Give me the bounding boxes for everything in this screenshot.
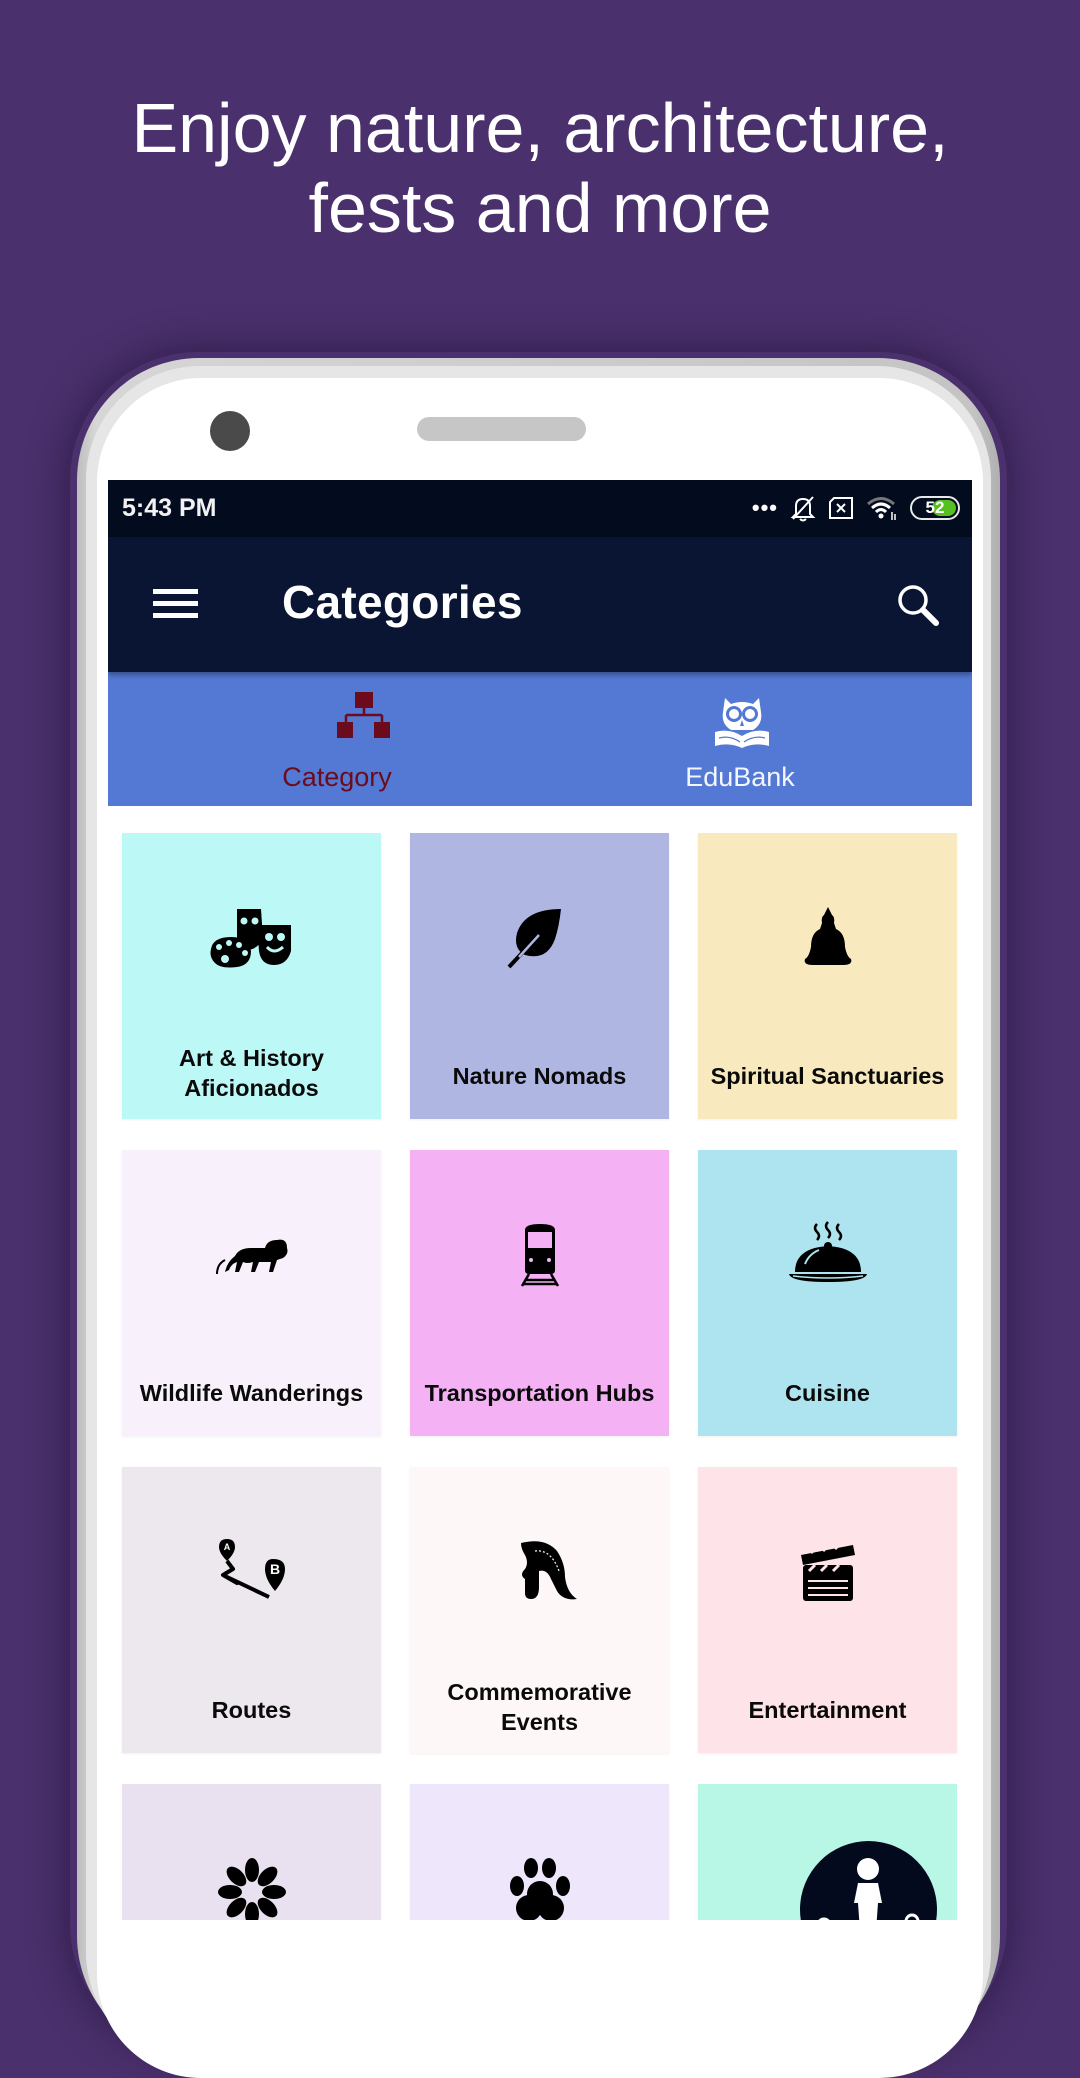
- category-card[interactable]: A B Routes: [122, 1467, 381, 1753]
- tab-edubank[interactable]: EduBank: [540, 672, 972, 806]
- sim-off-icon: [829, 497, 853, 519]
- search-icon: [898, 585, 939, 626]
- paw-icon: [495, 1854, 585, 1920]
- status-icons: ••• 52: [752, 490, 960, 526]
- category-card[interactable]: [410, 1784, 669, 1920]
- earpiece-speaker: [417, 417, 586, 441]
- promo-headline: Enjoy nature, architecture, fests and mo…: [0, 88, 1080, 248]
- traveler-pins-icon: [800, 1841, 937, 1920]
- wifi-icon: [867, 497, 896, 520]
- app-bar: Categories: [108, 537, 972, 672]
- art-theatre-icon: [207, 903, 297, 973]
- buddha-icon: [783, 903, 873, 973]
- battery-icon: 52: [910, 496, 960, 520]
- tab-edubank-label: EduBank: [685, 762, 795, 792]
- category-grid: Art & History Aficionados Nature Nomads Sp…: [122, 833, 958, 1920]
- category-card[interactable]: Entertainment: [698, 1467, 957, 1753]
- notifications-off-icon: [790, 496, 816, 522]
- status-bar: 5:43 PM ••• 52: [108, 480, 972, 537]
- category-card-label: Wildlife Wanderings: [139, 1380, 364, 1406]
- category-card[interactable]: Art & History Aficionados: [122, 833, 381, 1119]
- front-camera: [210, 411, 250, 451]
- phone-screen: 5:43 PM ••• 52 Categories Category EduBa…: [108, 480, 972, 1920]
- promo-headline-line1: Enjoy nature, architecture,: [131, 89, 949, 167]
- status-time: 5:43 PM: [122, 494, 217, 522]
- category-card-label: Spiritual Sanctuaries: [710, 1063, 945, 1089]
- tab-category[interactable]: Category: [108, 672, 540, 806]
- category-card[interactable]: Wildlife Wanderings: [122, 1150, 381, 1436]
- category-card[interactable]: Commemorative Events: [410, 1467, 669, 1753]
- page-title: Categories: [282, 576, 523, 628]
- category-card-label: Art & History Aficionados: [179, 1045, 324, 1101]
- category-card-label: Routes: [211, 1697, 292, 1723]
- flower-icon: [207, 1854, 297, 1920]
- hamburger-menu-icon: [153, 589, 198, 594]
- category-card-label: Transportation Hubs: [424, 1380, 655, 1406]
- leaf-icon: [495, 903, 585, 973]
- food-cloche-icon: [783, 1220, 873, 1290]
- battery-level: 52: [925, 498, 945, 517]
- spartan-helmet-icon: [495, 1537, 585, 1607]
- tab-bar: Category EduBank: [108, 672, 972, 806]
- category-card[interactable]: Cuisine: [698, 1150, 957, 1436]
- hierarchy-icon: [337, 692, 390, 738]
- search-button[interactable]: [894, 581, 942, 629]
- clapperboard-icon: [783, 1537, 873, 1607]
- svg-text:A: A: [223, 1542, 230, 1552]
- category-card-label: Entertainment: [748, 1697, 907, 1723]
- svg-text:B: B: [269, 1561, 279, 1577]
- category-card[interactable]: Spiritual Sanctuaries: [698, 833, 957, 1119]
- category-card[interactable]: [698, 1784, 957, 1920]
- promo-headline-line2: fests and more: [308, 169, 772, 247]
- train-icon: [495, 1220, 585, 1290]
- category-card-label: Cuisine: [785, 1380, 870, 1406]
- category-card[interactable]: Transportation Hubs: [410, 1150, 669, 1436]
- route-icon: AB: [207, 1537, 297, 1607]
- category-card-label: Nature Nomads: [452, 1063, 627, 1089]
- more-dots-icon: •••: [751, 495, 778, 520]
- lion-icon: [207, 1220, 297, 1290]
- hamburger-menu-button[interactable]: [153, 589, 198, 619]
- category-card[interactable]: [122, 1784, 381, 1920]
- category-card[interactable]: Nature Nomads: [410, 833, 669, 1119]
- owl-book-icon: [715, 698, 769, 748]
- category-card-label: Commemorative Events: [447, 1679, 632, 1735]
